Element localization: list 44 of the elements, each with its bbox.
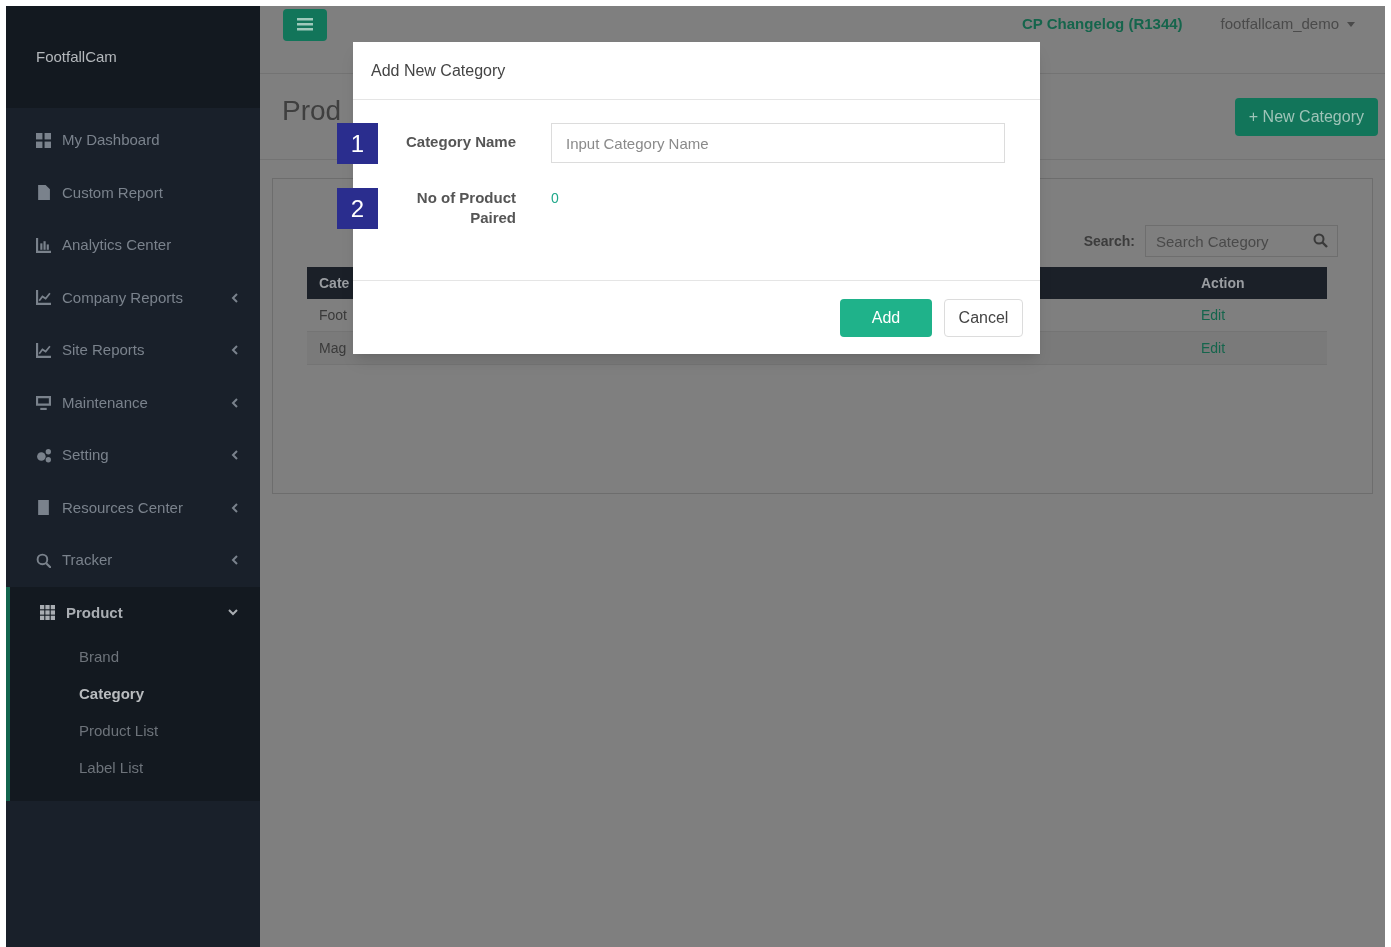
sidebar-item[interactable]: Resources Center — [6, 481, 260, 534]
menu-item-icon — [36, 290, 51, 306]
menu-button[interactable] — [283, 8, 327, 41]
menu-item-icon — [36, 132, 51, 148]
brand-name: FootfallCam — [36, 46, 117, 67]
menu-item-icon — [36, 395, 51, 411]
sidebar-item[interactable]: My Dashboard — [6, 114, 260, 167]
table-cell-text: Mag — [318, 338, 348, 358]
menu-item-icon — [36, 552, 51, 568]
sidebar-item[interactable]: Site Reports — [6, 324, 260, 377]
field-label: No of Product Paired — [415, 188, 516, 228]
table-cell-text: Foot — [318, 305, 348, 325]
menu-item-icon — [36, 342, 51, 358]
sidebar-item[interactable]: Tracker — [6, 534, 260, 587]
step-marker: 1 — [337, 123, 378, 164]
new-category-button[interactable]: + New Category — [1234, 97, 1378, 136]
submenu-item[interactable]: Category — [10, 676, 260, 713]
field-value: 0 — [551, 189, 559, 208]
sidebar-item[interactable]: Company Reports — [6, 271, 260, 324]
column-header: Cate — [318, 273, 351, 293]
sidebar-item[interactable]: Maintenance — [6, 376, 260, 429]
sidebar-item[interactable]: Custom Report — [6, 166, 260, 219]
menu-item-icon — [36, 237, 51, 253]
caret-icon — [1347, 22, 1355, 27]
menu-item-icon — [36, 185, 51, 201]
sidebar-item[interactable]: Product — [10, 586, 260, 639]
menu-item-icon — [36, 447, 51, 463]
column-header: Action — [1200, 273, 1246, 293]
submenu-item[interactable]: Brand — [10, 639, 260, 676]
submenu-item[interactable]: Product List — [10, 713, 260, 750]
search-icon — [1313, 233, 1328, 248]
search-label: Search: — [1083, 231, 1135, 251]
sidebar-item[interactable]: Analytics Center — [6, 219, 260, 272]
add-button[interactable]: Add — [840, 298, 932, 337]
cancel-button[interactable]: Cancel — [944, 298, 1023, 337]
step-marker: 2 — [337, 188, 378, 229]
sidebar-item[interactable]: Setting — [6, 429, 260, 482]
menu-item-icon — [40, 605, 55, 621]
field-label: Category Name — [404, 132, 516, 152]
submenu-item[interactable]: Label List — [10, 750, 260, 787]
menu-icon — [297, 18, 313, 31]
menu-item-icon — [36, 500, 51, 516]
modal-title: Add New Category — [371, 60, 506, 81]
category-name-field[interactable]: Input Category Name — [551, 123, 1005, 163]
